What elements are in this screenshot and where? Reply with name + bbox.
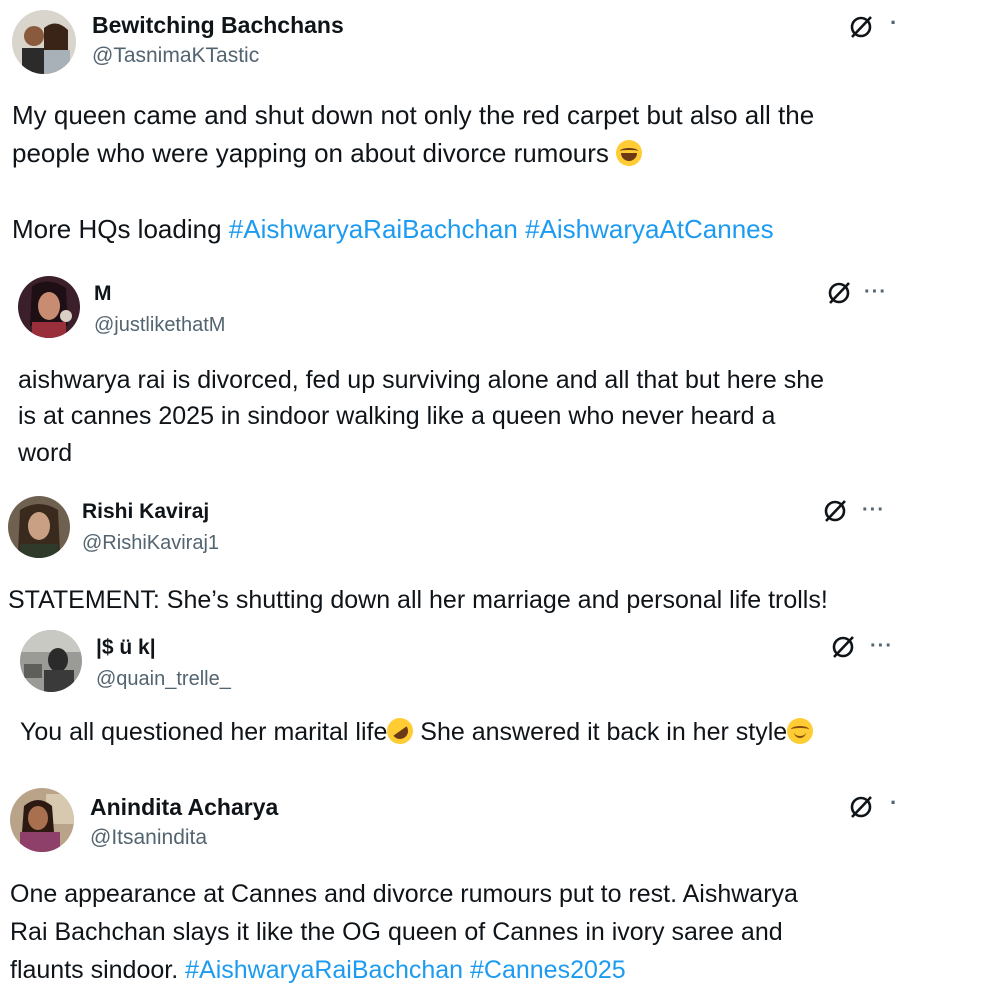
user-handle[interactable]: @RishiKaviraj1 bbox=[82, 532, 219, 555]
avatar-image bbox=[18, 276, 80, 338]
hashtag-link[interactable]: #AishwaryaRaiBachchan bbox=[185, 956, 463, 984]
grok-icon[interactable] bbox=[848, 14, 874, 40]
more-options-icon[interactable]: · bbox=[890, 12, 898, 34]
display-name[interactable]: M bbox=[94, 282, 112, 306]
tweet-text: One appearance at Cannes and divorce rum… bbox=[10, 880, 798, 908]
tweet-text-line: You all questioned her marital life She … bbox=[20, 712, 814, 750]
tweet-text: flaunts sindoor. bbox=[10, 956, 179, 984]
avatar[interactable] bbox=[18, 276, 80, 338]
grok-icon[interactable] bbox=[822, 498, 848, 524]
avatar[interactable] bbox=[20, 630, 82, 692]
tweet-text-line: One appearance at Cannes and divorce rum… bbox=[10, 880, 798, 909]
tweet-text: people who were yapping on about divorce… bbox=[12, 138, 609, 168]
avatar[interactable] bbox=[8, 496, 70, 558]
grok-icon[interactable] bbox=[830, 634, 856, 660]
tweet-text: My queen came and shut down not only the… bbox=[12, 100, 815, 130]
tweet-text: is at cannes 2025 in sindoor walking lik… bbox=[18, 402, 776, 430]
avatar-image bbox=[10, 788, 74, 852]
more-options-icon[interactable]: · bbox=[890, 792, 898, 814]
display-name[interactable]: Rishi Kaviraj bbox=[82, 500, 209, 524]
tweet-text-line: More HQs loading #AishwaryaRaiBachchan #… bbox=[12, 214, 774, 245]
tweet-text: She answered it back in her style bbox=[413, 718, 788, 746]
tweet-text: You all questioned her marital life bbox=[20, 718, 388, 746]
avatar[interactable] bbox=[10, 788, 74, 852]
avatar[interactable] bbox=[12, 10, 76, 74]
display-name[interactable]: Anindita Acharya bbox=[90, 794, 278, 821]
user-handle[interactable]: @TasnimaKTastic bbox=[92, 44, 259, 68]
relieved-face-icon bbox=[787, 718, 814, 744]
user-handle[interactable]: @Itsanindita bbox=[90, 826, 207, 850]
avatar-image bbox=[12, 10, 76, 74]
tweet-text-line: is at cannes 2025 in sindoor walking lik… bbox=[18, 402, 775, 431]
tweet-text: word bbox=[18, 439, 73, 467]
avatar-image bbox=[20, 630, 82, 692]
grok-icon[interactable] bbox=[826, 280, 852, 306]
tweet-text-line: flaunts sindoor. #AishwaryaRaiBachchan #… bbox=[10, 956, 626, 985]
user-handle[interactable]: @justlikethatM bbox=[94, 314, 225, 337]
grok-icon[interactable] bbox=[848, 794, 874, 820]
tweet-text: STATEMENT: She’s shutting down all her m… bbox=[8, 586, 828, 614]
more-options-icon[interactable]: ··· bbox=[870, 636, 893, 656]
hashtag-link[interactable]: #AishwaryaAtCannes bbox=[525, 214, 774, 244]
tweet-text-line: STATEMENT: She’s shutting down all her m… bbox=[8, 586, 828, 615]
avatar-image bbox=[8, 496, 70, 558]
more-options-icon[interactable]: ··· bbox=[862, 500, 885, 520]
user-handle[interactable]: @quain_trelle_ bbox=[96, 668, 231, 691]
tweet-text-line: Rai Bachchan slays it like the OG queen … bbox=[10, 918, 783, 947]
tweet-text-line: aishwarya rai is divorced, fed up surviv… bbox=[18, 366, 824, 395]
face-with-tears-of-joy-icon bbox=[616, 140, 643, 166]
display-name[interactable]: Bewitching Bachchans bbox=[92, 12, 344, 39]
tweet-text: aishwarya rai is divorced, fed up surviv… bbox=[18, 366, 825, 394]
tweet-text-line: people who were yapping on about divorce… bbox=[12, 138, 643, 169]
tweet-text-line: word bbox=[18, 439, 72, 468]
tweet-text-line: My queen came and shut down not only the… bbox=[12, 100, 814, 131]
tweet-text: Rai Bachchan slays it like the OG queen … bbox=[10, 918, 783, 946]
hashtag-link[interactable]: #Cannes2025 bbox=[470, 956, 626, 984]
display-name[interactable]: |$ ü k| bbox=[96, 636, 156, 660]
more-options-icon[interactable]: ··· bbox=[864, 282, 887, 302]
tweet-text: More HQs loading bbox=[12, 214, 222, 244]
hashtag-link[interactable]: #AishwaryaRaiBachchan bbox=[229, 214, 518, 244]
